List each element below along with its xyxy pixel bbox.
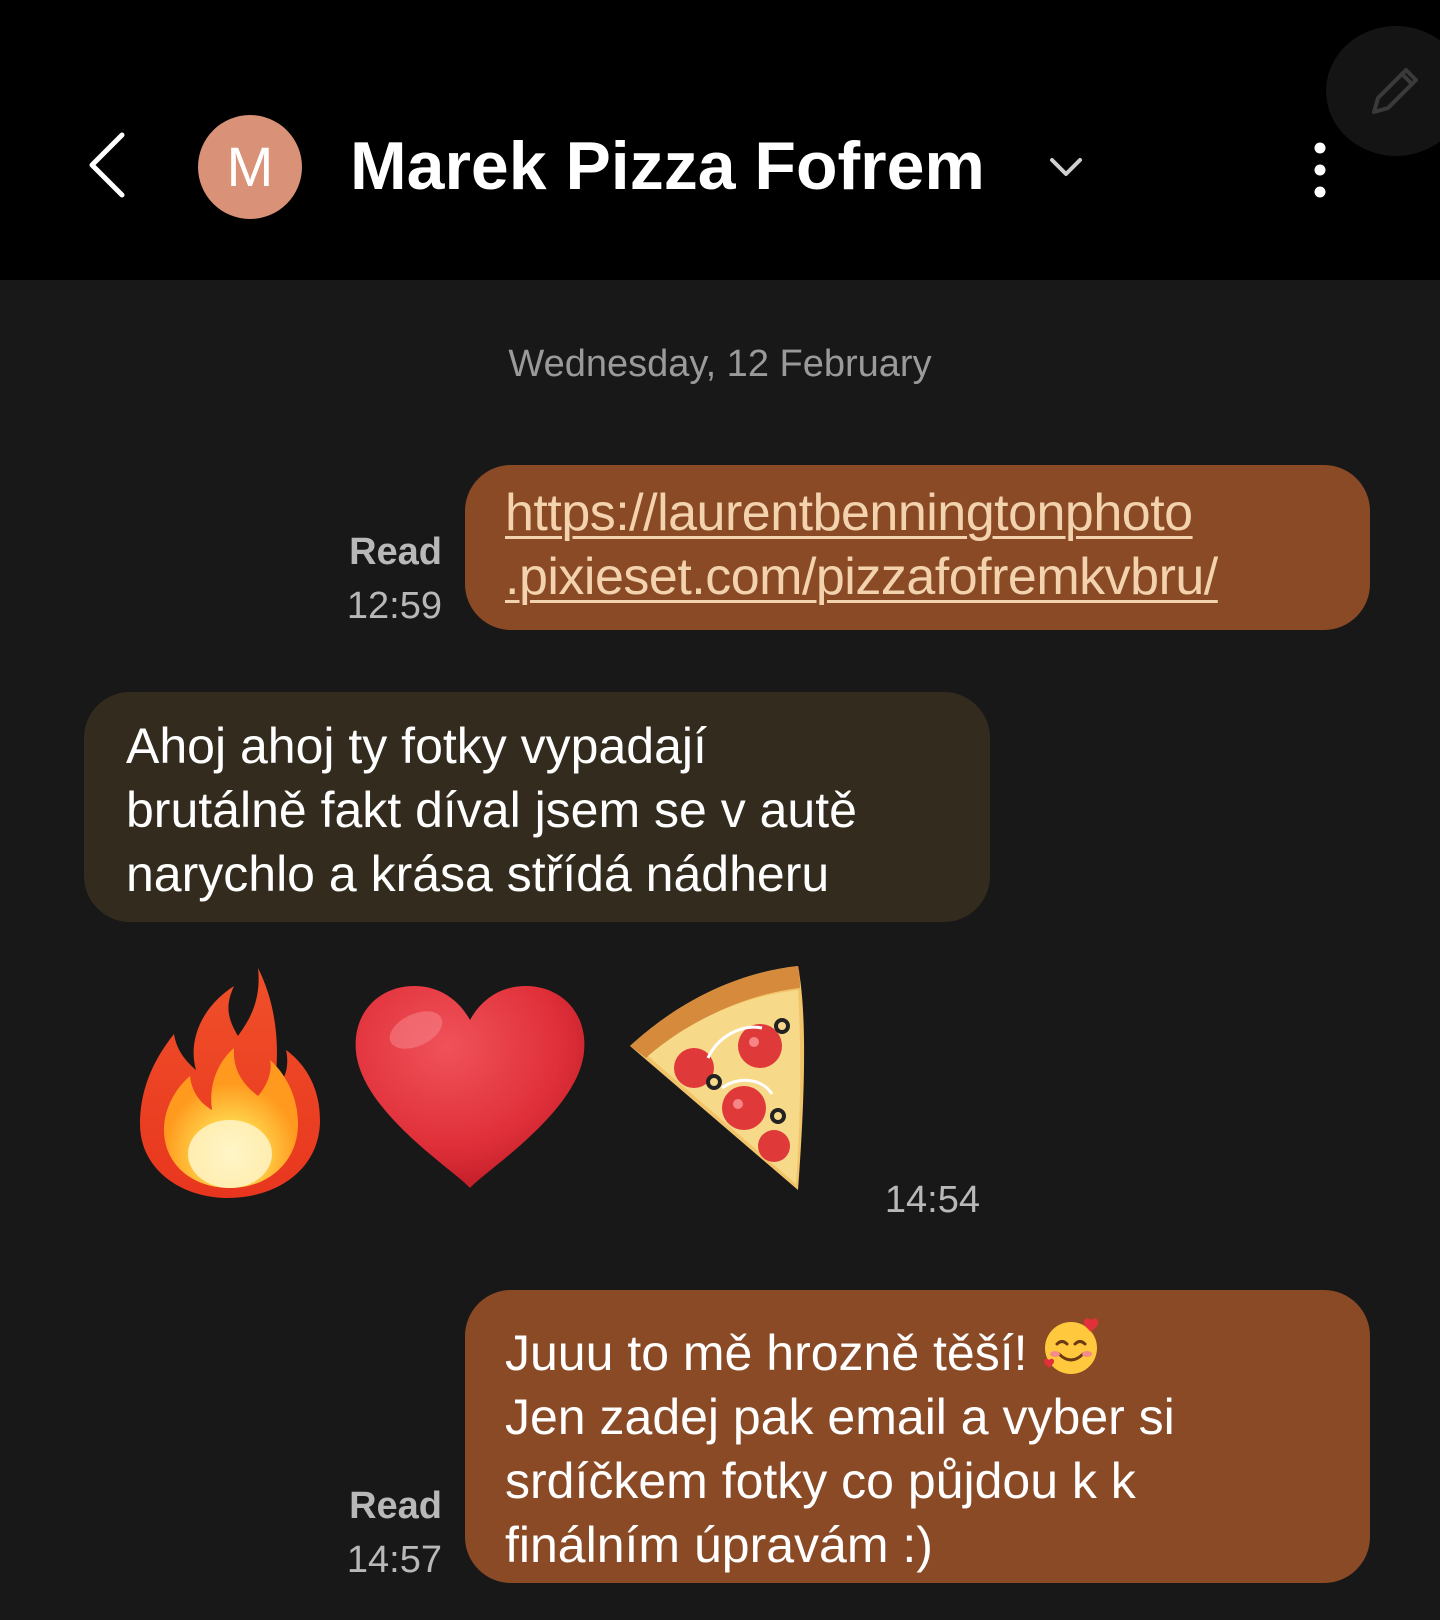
sent-message-bubble[interactable]: https://laurentbenningtonphoto .pixieset…: [465, 465, 1370, 630]
compose-button[interactable]: [1326, 26, 1440, 156]
date-separator: Wednesday, 12 February: [508, 343, 932, 385]
back-arrow-icon: [89, 132, 125, 198]
message-status: Read: [349, 1485, 442, 1527]
pencil-icon: [1372, 68, 1418, 114]
messaging-screen: M Marek Pizza Fofrem Wednesday, 12 Febru…: [0, 0, 1440, 1620]
fire-emoji-icon: [140, 968, 320, 1198]
message-status: Read: [349, 531, 442, 573]
pizza-emoji-icon: [630, 966, 805, 1190]
more-vertical-icon: [1314, 142, 1326, 198]
chevron-down-icon: [1050, 158, 1082, 176]
message-text: Jen zadej pak email a vyber si srdíčkem …: [505, 1389, 1175, 1573]
emoji-message[interactable]: [130, 958, 830, 1208]
contact-details-toggle[interactable]: [1046, 150, 1086, 186]
message-time: 14:54: [884, 1179, 980, 1221]
message-text-line: Juuu to mě hrozně těší!: [505, 1325, 1028, 1381]
red-heart-emoji-icon: [355, 986, 585, 1188]
contact-avatar[interactable]: M: [198, 115, 302, 219]
received-message-bubble[interactable]: Ahoj ahoj ty fotky vypadají brutálně fak…: [84, 692, 990, 922]
conversation-header: M Marek Pizza Fofrem: [0, 0, 1440, 280]
smiling-face-with-hearts-emoji-icon: [1044, 1318, 1099, 1374]
message-link[interactable]: https://laurentbenningtonphoto .pixieset…: [505, 484, 1218, 606]
contact-name[interactable]: Marek Pizza Fofrem: [350, 126, 985, 206]
back-button[interactable]: [80, 125, 140, 205]
sent-message-bubble[interactable]: Juuu to mě hrozně těší! Jen zadej pak em…: [465, 1290, 1370, 1583]
more-options-button[interactable]: [1300, 138, 1340, 202]
message-time: 14:57: [346, 1539, 442, 1581]
message-time: 12:59: [346, 585, 442, 627]
